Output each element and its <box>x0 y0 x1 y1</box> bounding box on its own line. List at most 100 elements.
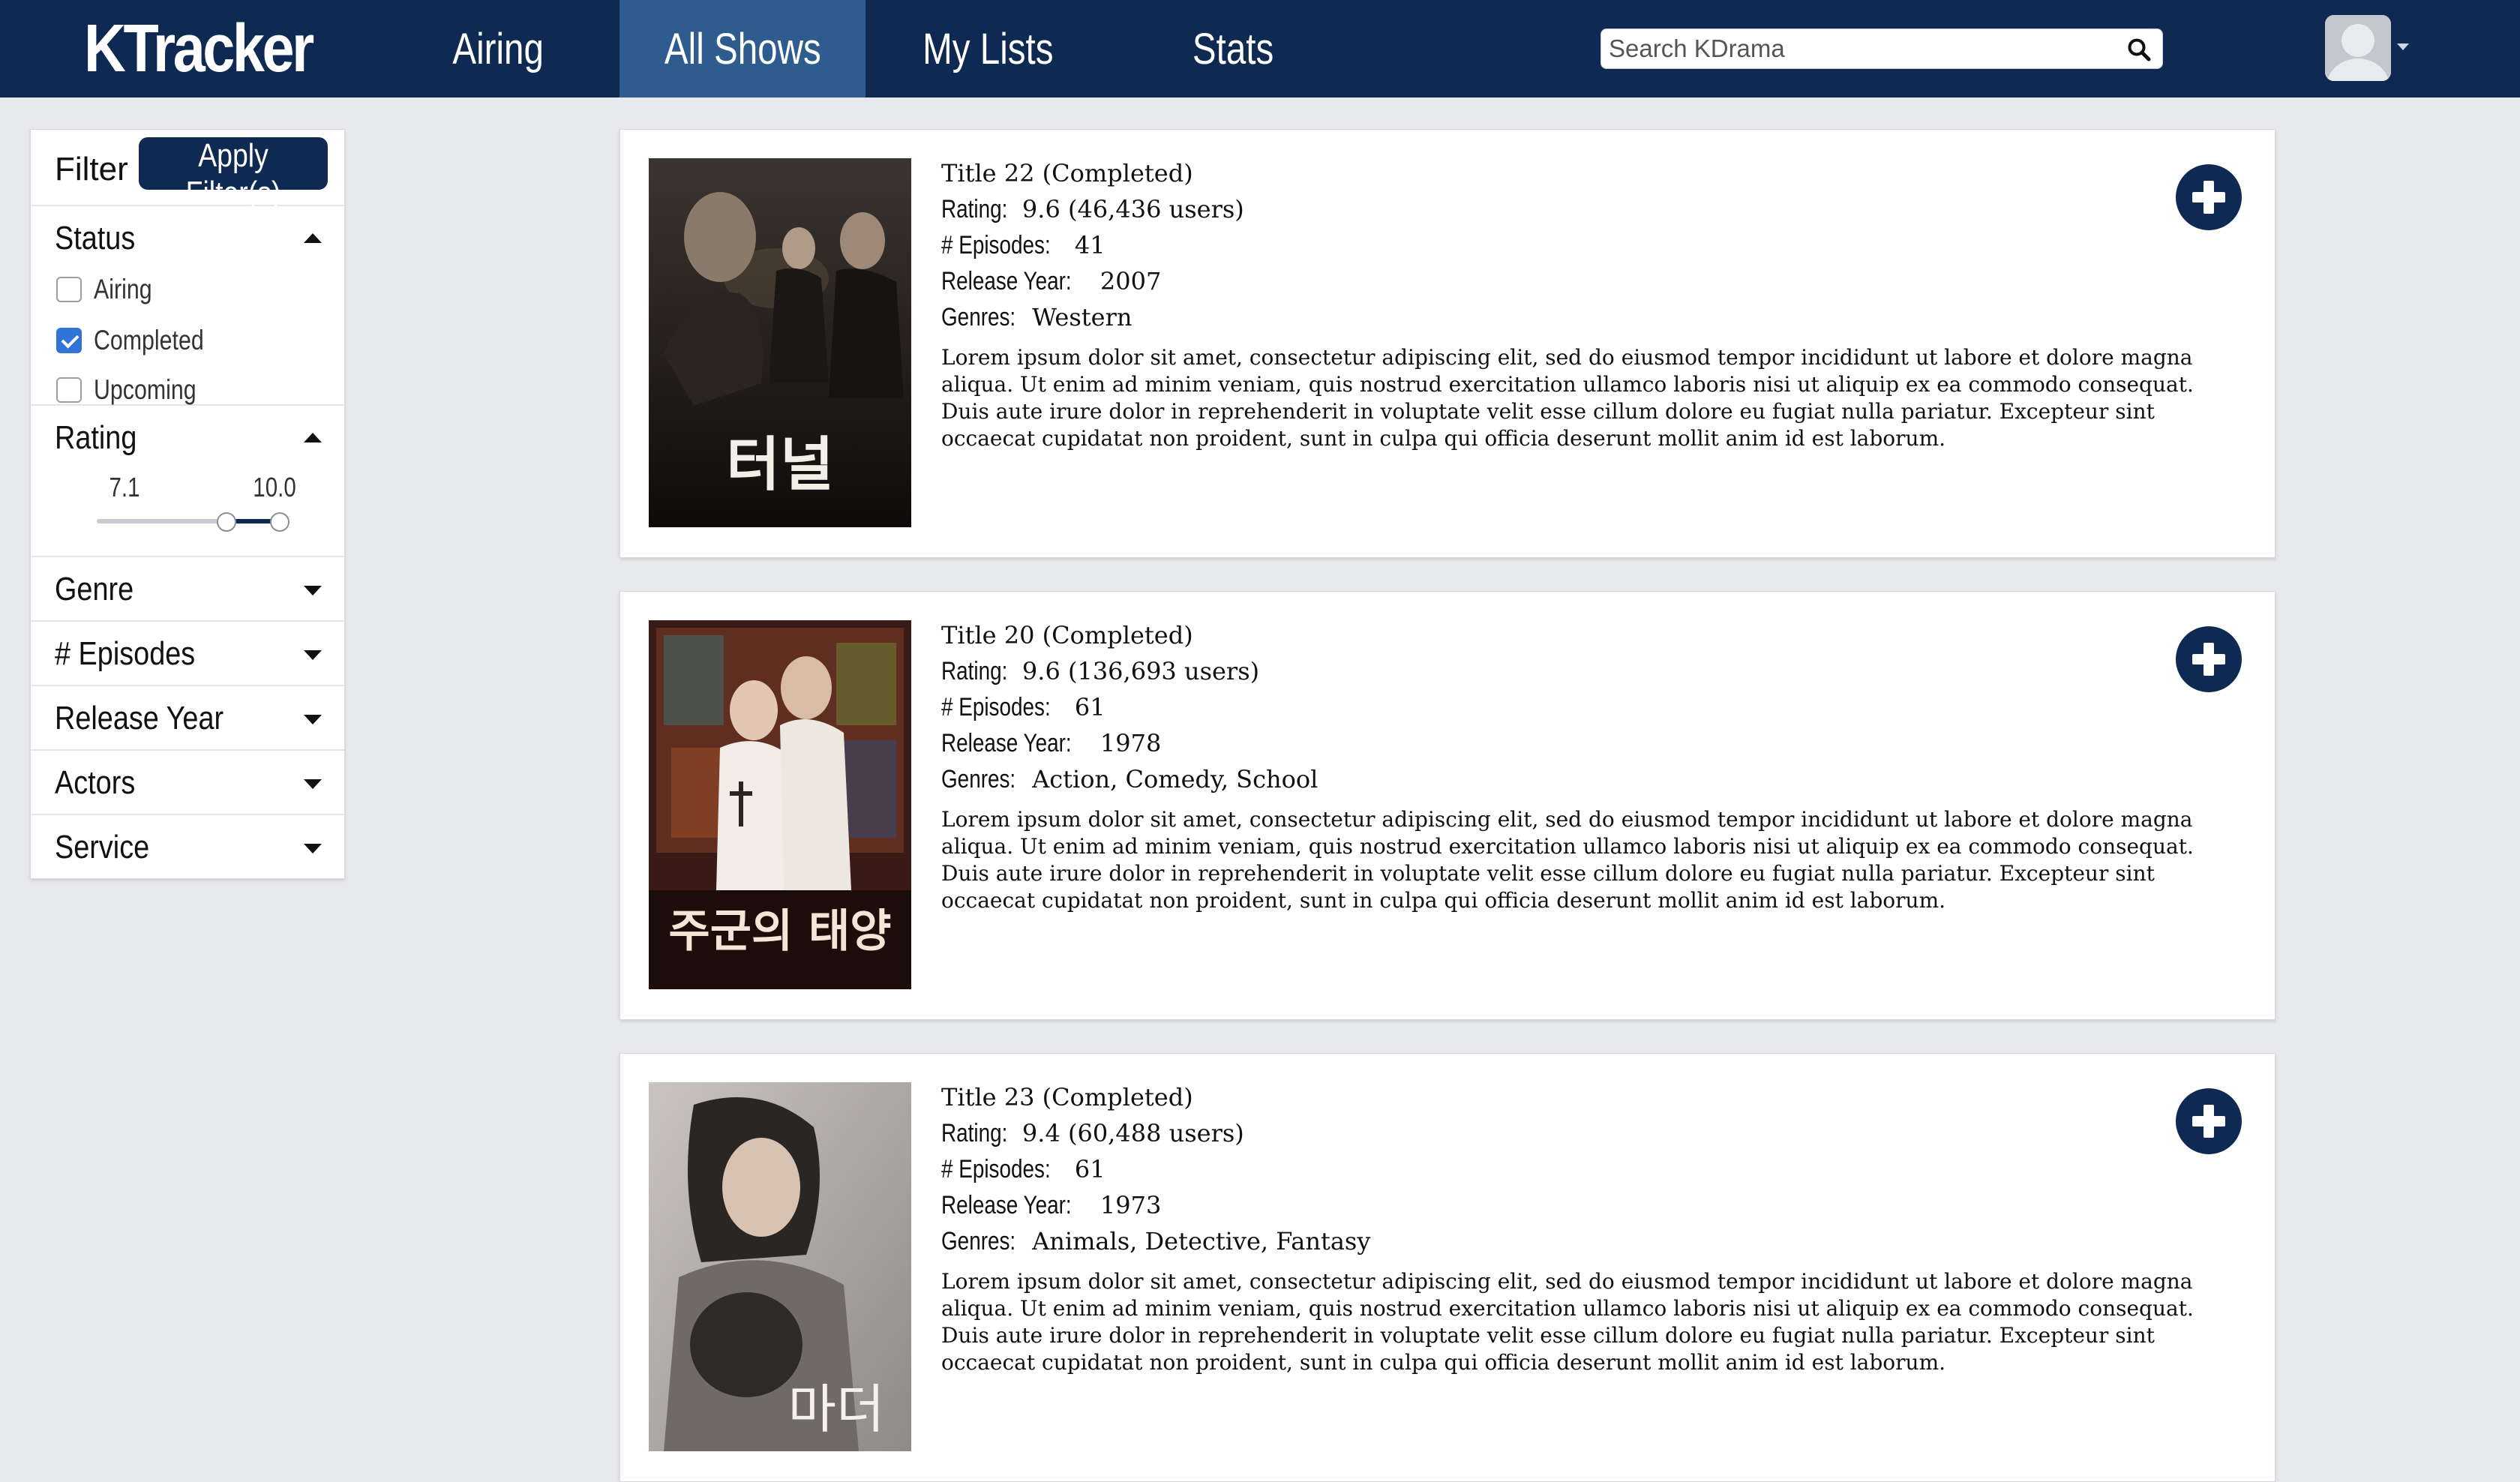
search-input[interactable] <box>1609 29 2104 68</box>
poster-title-art: 주군의 태양 <box>669 905 892 958</box>
show-poster[interactable]: 터널 <box>649 158 911 527</box>
rating-label: Rating: <box>941 657 1008 686</box>
poster-title-art: 마더 <box>788 1378 885 1440</box>
show-rating: 9.6 (46,436 users) <box>1022 195 1244 224</box>
show-card[interactable]: 터널 Title 22 (Completed) Rating: 9.6 (46,… <box>620 129 2276 558</box>
status-filter-section: Status Airing Completed Upcoming <box>31 206 344 406</box>
rating-slider-max-handle[interactable] <box>270 512 290 532</box>
genre-filter-title: Genre <box>55 571 134 608</box>
episodes-label: # Episodes: <box>941 231 1051 260</box>
service-filter-section[interactable]: Service <box>31 815 344 878</box>
show-card[interactable]: 마더 Title 23 (Completed) Rating: 9.4 (60,… <box>620 1053 2276 1482</box>
search-icon[interactable] <box>2126 37 2152 62</box>
show-release-year: 1978 <box>1100 729 1162 758</box>
poster-image: 주군의 태양 <box>649 620 911 989</box>
nav-tab-label: My Lists <box>922 24 1054 74</box>
show-release-year: 1973 <box>1100 1191 1162 1220</box>
checkbox-airing[interactable] <box>56 277 82 302</box>
collapse-up-icon <box>304 433 322 442</box>
release-year-filter-title: Release Year <box>55 700 224 736</box>
show-episodes: 61 <box>1074 693 1106 722</box>
nav-tab-stats[interactable]: Stats <box>1152 0 1314 98</box>
nav-tab-my-lists[interactable]: My Lists <box>896 0 1080 98</box>
episodes-filter-title: # Episodes <box>55 635 196 672</box>
show-episodes: 61 <box>1074 1155 1106 1184</box>
show-description: Lorem ipsum dolor sit amet, consectetur … <box>941 807 2194 913</box>
nav-tab-label: Airing <box>452 24 544 74</box>
filter-title: Filter <box>55 151 128 188</box>
status-filter-header[interactable]: Status <box>31 206 344 269</box>
show-info: Title 22 (Completed) Rating: 9.6 (46,436… <box>941 155 2201 452</box>
show-title[interactable]: Title 20 (Completed) <box>941 617 2201 653</box>
genres-label: Genres: <box>941 1227 1016 1256</box>
rating-slider-track[interactable] <box>97 519 280 524</box>
show-rating: 9.6 (136,693 users) <box>1022 657 1260 686</box>
genres-label: Genres: <box>941 303 1016 332</box>
release-year-filter-section[interactable]: Release Year <box>31 686 344 751</box>
show-poster[interactable]: 마더 <box>649 1082 911 1451</box>
show-info: Title 23 (Completed) Rating: 9.4 (60,488… <box>941 1079 2201 1376</box>
expand-down-icon <box>304 844 322 854</box>
show-release-year: 2007 <box>1100 267 1162 296</box>
service-filter-title: Service <box>55 829 150 866</box>
collapse-up-icon <box>304 233 322 243</box>
filter-sidebar: Filter Apply Filter(s) Status Airing Com… <box>30 129 345 879</box>
episodes-filter-section[interactable]: # Episodes <box>31 622 344 686</box>
expand-down-icon <box>304 715 322 724</box>
poster-image: 터널 <box>649 158 911 527</box>
show-episodes: 41 <box>1074 231 1106 260</box>
rating-slider-min-handle[interactable] <box>217 512 237 532</box>
expand-down-icon <box>304 779 322 789</box>
expand-down-icon <box>304 586 322 596</box>
show-title[interactable]: Title 22 (Completed) <box>941 155 2201 191</box>
top-navbar: KTracker Airing All Shows My Lists Stats <box>0 0 2520 98</box>
show-poster[interactable]: 주군의 태양 <box>649 620 911 989</box>
add-to-list-button[interactable] <box>2176 1088 2242 1154</box>
apply-filters-label: Apply Filter(s) <box>185 137 281 212</box>
add-to-list-button[interactable] <box>2176 626 2242 692</box>
rating-range-slider: 7.1 10.0 <box>31 469 344 556</box>
episodes-label: # Episodes: <box>941 1155 1051 1184</box>
actors-filter-title: Actors <box>55 764 136 801</box>
show-title[interactable]: Title 23 (Completed) <box>941 1079 2201 1115</box>
rating-filter-section: Rating 7.1 10.0 <box>31 406 344 557</box>
release-year-label: Release Year: <box>941 267 1072 296</box>
genre-filter-section[interactable]: Genre <box>31 557 344 622</box>
rating-filter-header[interactable]: Rating <box>31 406 344 469</box>
release-year-label: Release Year: <box>941 1191 1072 1220</box>
checkbox-label-completed[interactable]: Completed <box>94 325 204 356</box>
show-description: Lorem ipsum dolor sit amet, consectetur … <box>941 1269 2194 1375</box>
checkbox-label-airing[interactable]: Airing <box>94 274 152 305</box>
user-avatar[interactable] <box>2325 15 2391 81</box>
brand-logo[interactable]: KTracker <box>84 10 314 88</box>
nav-tab-label: All Shows <box>664 24 821 74</box>
show-card[interactable]: 주군의 태양 Title 20 (Completed) Rating: 9.6 … <box>620 591 2276 1020</box>
search-box <box>1600 28 2163 69</box>
expand-down-icon <box>304 650 322 660</box>
checkbox-upcoming[interactable] <box>56 377 82 403</box>
nav-tab-airing[interactable]: Airing <box>408 0 588 98</box>
show-description: Lorem ipsum dolor sit amet, consectetur … <box>941 345 2194 451</box>
actors-filter-section[interactable]: Actors <box>31 751 344 815</box>
poster-image: 마더 <box>649 1082 911 1451</box>
filter-header: Filter Apply Filter(s) <box>31 130 344 212</box>
rating-filter-title: Rating <box>55 419 137 456</box>
add-to-list-button[interactable] <box>2176 164 2242 230</box>
genres-label: Genres: <box>941 765 1016 794</box>
account-dropdown-caret-icon[interactable] <box>2397 44 2409 50</box>
rating-label: Rating: <box>941 1119 1008 1148</box>
status-filter-title: Status <box>55 220 136 256</box>
show-genres: Action, Comedy, School <box>1032 765 1318 794</box>
poster-title-art: 터널 <box>726 431 834 499</box>
checkbox-label-upcoming[interactable]: Upcoming <box>94 374 196 406</box>
show-genres: Western <box>1032 303 1132 332</box>
rating-label: Rating: <box>941 195 1008 224</box>
nav-tab-all-shows[interactable]: All Shows <box>620 0 866 98</box>
checkbox-completed[interactable] <box>56 328 82 353</box>
show-info: Title 20 (Completed) Rating: 9.6 (136,69… <box>941 617 2201 914</box>
apply-filters-button[interactable]: Apply Filter(s) <box>139 137 328 212</box>
nav-tab-label: Stats <box>1192 24 1274 74</box>
episodes-label: # Episodes: <box>941 693 1051 722</box>
show-rating: 9.4 (60,488 users) <box>1022 1119 1244 1148</box>
release-year-label: Release Year: <box>941 729 1072 758</box>
